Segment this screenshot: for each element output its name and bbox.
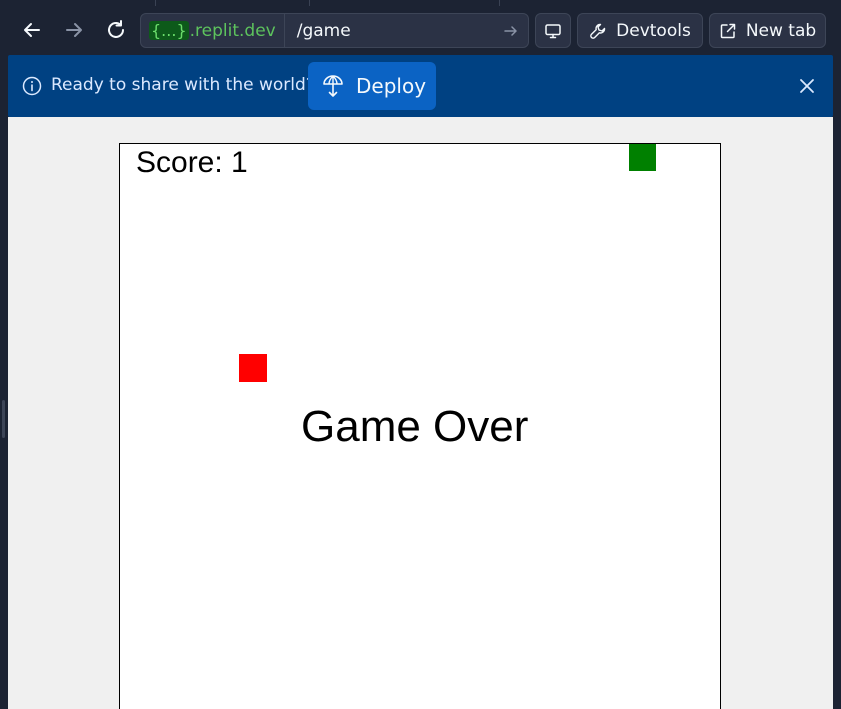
left-panel-edge [0,55,8,709]
right-panel-edge [833,55,841,709]
deploy-icon [323,75,343,97]
address-bar[interactable]: {...} .replit.dev /game [140,13,529,48]
info-icon [22,76,42,100]
resize-handle[interactable] [2,400,5,438]
deploy-label: Deploy [356,74,427,98]
banner-message: Ready to share with the world? [51,75,315,95]
arrow-left-icon [24,23,40,37]
food-item [239,354,267,382]
score-text: Score: 1 [136,146,248,179]
screen-button[interactable] [535,13,571,48]
arrow-right-icon [66,23,82,37]
url-prefix-badge: {...} [149,21,189,40]
devtools-button[interactable]: Devtools [577,13,703,48]
game-canvas[interactable]: Score: 1 Game Over [119,143,721,709]
new-tab-label: New tab [745,20,817,41]
arrow-right-icon [504,25,517,36]
devtools-label: Devtools [616,20,691,41]
back-button[interactable] [16,14,48,46]
forward-button[interactable] [58,14,90,46]
reload-button[interactable] [100,14,132,46]
close-banner-button[interactable] [797,76,817,96]
url-domain[interactable]: {...} .replit.dev [141,14,285,47]
wrench-icon [590,23,606,39]
deploy-button[interactable]: Deploy [308,62,436,110]
url-path-input[interactable]: /game [285,21,494,41]
new-tab-button[interactable]: New tab [709,13,826,48]
monitor-icon [545,23,561,38]
deploy-banner: Ready to share with the world? Deploy [8,55,833,117]
url-domain-text: .replit.dev [189,20,276,41]
snake-segment [629,144,656,171]
external-link-icon [720,23,736,38]
reload-icon [108,20,124,38]
game-over-text: Game Over [301,402,529,451]
preview-area: Score: 1 Game Over [8,117,833,709]
go-button[interactable] [494,14,528,47]
tab-strip [155,0,500,6]
replit-webview: {...} .replit.dev /game Devtools New tab… [0,0,841,709]
close-icon [800,79,814,93]
browser-toolbar: {...} .replit.dev /game Devtools New tab [0,0,841,62]
